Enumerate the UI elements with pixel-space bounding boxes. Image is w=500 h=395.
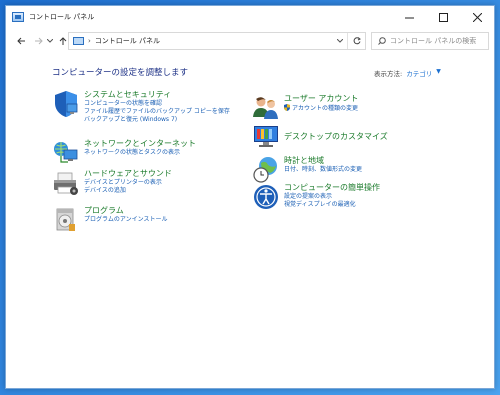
category-user-accounts: ユーザー アカウント アカウントの種類の変更 [252, 94, 358, 122]
link-date-time-format[interactable]: 日付、時刻、数値形式の変更 [284, 166, 362, 174]
chevron-down-icon [47, 39, 53, 43]
title-bar[interactable]: コントロール パネル [6, 6, 494, 28]
category-network-internet: ネットワークとインターネット ネットワークの状態とタスクの表示 [52, 139, 196, 167]
minimize-icon [404, 17, 414, 18]
view-by-label: 表示方法: [374, 70, 403, 78]
search-input[interactable] [390, 37, 480, 45]
refresh-icon [353, 37, 361, 45]
uac-shield-icon [284, 104, 290, 111]
chevron-down-icon[interactable]: ▼ [436, 68, 441, 78]
category-title[interactable]: ユーザー アカウント [284, 94, 358, 104]
close-icon [472, 12, 482, 22]
address-dropdown-button[interactable] [336, 37, 344, 45]
ease-of-access-icon[interactable] [252, 183, 280, 211]
category-title[interactable]: 時計と地域 [284, 156, 362, 166]
recent-locations-button[interactable] [46, 34, 54, 48]
search-icon [378, 37, 386, 45]
category-desktop-customization: デスクトップのカスタマイズ [252, 123, 388, 151]
search-box[interactable] [371, 32, 489, 50]
link-label: アカウントの種類の変更 [292, 105, 359, 112]
view-by-dropdown[interactable]: カテゴリ [406, 68, 432, 78]
category-title[interactable]: ハードウェアとサウンド [84, 169, 172, 179]
monitor-icon[interactable] [252, 123, 280, 151]
link-change-account-type[interactable]: アカウントの種類の変更 [284, 104, 358, 113]
category-title[interactable]: プログラム [84, 206, 167, 216]
category-hardware-sound: ハードウェアとサウンド デバイスとプリンターの表示 デバイスの追加 [52, 169, 172, 197]
window-title: コントロール パネル [29, 13, 95, 21]
shield-icon[interactable] [52, 90, 80, 118]
maximize-icon [438, 12, 448, 22]
maximize-button[interactable] [426, 6, 460, 28]
category-title[interactable]: ネットワークとインターネット [84, 139, 196, 149]
breadcrumb-control-panel[interactable]: コントロール パネル [95, 36, 160, 46]
link-file-history[interactable]: ファイル履歴でファイルのバックアップ コピーを保存 [84, 108, 230, 116]
chevron-down-icon [336, 38, 344, 43]
clock-globe-icon[interactable] [252, 156, 280, 184]
forward-button[interactable] [31, 34, 45, 48]
control-panel-window: コントロール パネル › コントロール パネル コントロール パネルの検索 コン… [5, 5, 495, 389]
category-title[interactable]: デスクトップのカスタマイズ [284, 132, 388, 142]
link-optimize-display[interactable]: 視覚ディスプレイの最適化 [284, 201, 380, 209]
control-panel-icon [12, 12, 24, 22]
arrow-up-icon [59, 36, 67, 45]
category-system-security: システムとセキュリティ コンピューターの状態を確認 ファイル履歴でファイルのバッ… [52, 90, 230, 124]
control-panel-icon [73, 37, 84, 45]
breadcrumb-separator: › [88, 37, 91, 45]
link-uninstall-program[interactable]: プログラムのアンインストール [84, 216, 167, 224]
link-network-status[interactable]: ネットワークの状態とタスクの表示 [84, 149, 196, 157]
users-icon[interactable] [252, 94, 280, 122]
link-suggested-settings[interactable]: 設定の提案の表示 [284, 193, 380, 201]
arrow-left-icon [16, 37, 25, 45]
refresh-button[interactable] [347, 33, 365, 49]
programs-icon[interactable] [52, 206, 80, 234]
printer-icon[interactable] [52, 169, 80, 197]
link-add-device[interactable]: デバイスの追加 [84, 187, 172, 195]
arrow-right-icon [34, 37, 43, 45]
network-icon[interactable] [52, 139, 80, 167]
link-backup-restore[interactable]: バックアップと復元 (Windows 7) [84, 116, 230, 124]
link-devices-printers[interactable]: デバイスとプリンターの表示 [84, 179, 172, 187]
back-button[interactable] [14, 34, 28, 48]
page-title: コンピューターの設定を調整します [52, 68, 189, 78]
minimize-button[interactable] [392, 6, 426, 28]
category-programs: プログラム プログラムのアンインストール [52, 206, 167, 234]
view-by: 表示方法: カテゴリ ▼ [374, 68, 441, 78]
category-clock-region: 時計と地域 日付、時刻、数値形式の変更 [252, 156, 362, 184]
category-title[interactable]: システムとセキュリティ [84, 90, 230, 100]
address-bar[interactable]: › コントロール パネル [68, 32, 366, 50]
close-button[interactable] [460, 6, 494, 28]
category-ease-of-access: コンピューターの簡単操作 設定の提案の表示 視覚ディスプレイの最適化 [252, 183, 380, 211]
category-title[interactable]: コンピューターの簡単操作 [284, 183, 380, 193]
link-check-status[interactable]: コンピューターの状態を確認 [84, 100, 230, 108]
